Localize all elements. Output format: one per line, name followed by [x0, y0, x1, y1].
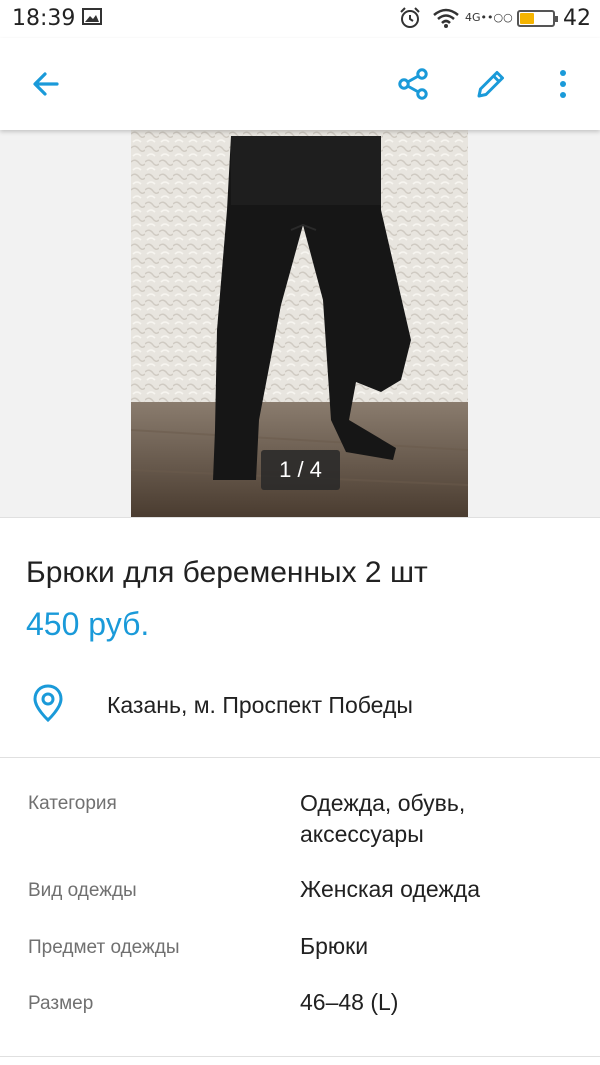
network-indicator: 4G••○○	[465, 11, 513, 24]
share-button[interactable]	[391, 62, 435, 106]
divider	[0, 1056, 600, 1057]
location-text: Казань, м. Проспект Победы	[107, 692, 413, 718]
param-value-size: 46–48 (L)	[300, 989, 399, 1015]
alarm-icon	[400, 7, 420, 28]
location-pin-icon	[33, 684, 63, 722]
divider	[0, 757, 600, 758]
more-vert-icon	[560, 70, 566, 98]
status-bar: 18:39 4G••○○ 42	[0, 0, 600, 38]
battery-level: 42	[563, 6, 591, 31]
edit-pencil-icon	[477, 71, 504, 98]
status-time: 18:39	[12, 6, 76, 31]
listing-price: 450 руб.	[26, 606, 150, 642]
param-value-category: Одежда, обувь, аксессуары	[300, 790, 466, 847]
battery-cap	[555, 16, 558, 22]
param-label-clothing-type: Вид одежды	[28, 880, 137, 901]
back-arrow-icon	[33, 72, 59, 96]
image-icon	[82, 8, 102, 25]
wifi-icon	[433, 8, 459, 28]
param-value-clothing-item: Брюки	[300, 933, 369, 959]
listing-title: Брюки для беременных 2 шт	[26, 556, 428, 589]
param-value-clothing-type: Женская одежда	[300, 876, 480, 902]
more-options-button[interactable]	[541, 62, 585, 106]
battery-icon	[517, 10, 558, 27]
param-label-clothing-item: Предмет одежды	[28, 937, 180, 958]
divider	[0, 517, 600, 518]
app-toolbar	[0, 38, 600, 130]
param-label-size: Размер	[28, 993, 94, 1014]
battery-fill	[520, 13, 535, 24]
back-button[interactable]	[24, 62, 68, 106]
edit-button[interactable]	[469, 62, 513, 106]
location-row[interactable]: Казань, м. Проспект Победы	[0, 680, 600, 730]
share-icon	[398, 68, 428, 100]
param-label-category: Категория	[28, 793, 117, 814]
photo-counter: 1 / 4	[261, 450, 340, 490]
